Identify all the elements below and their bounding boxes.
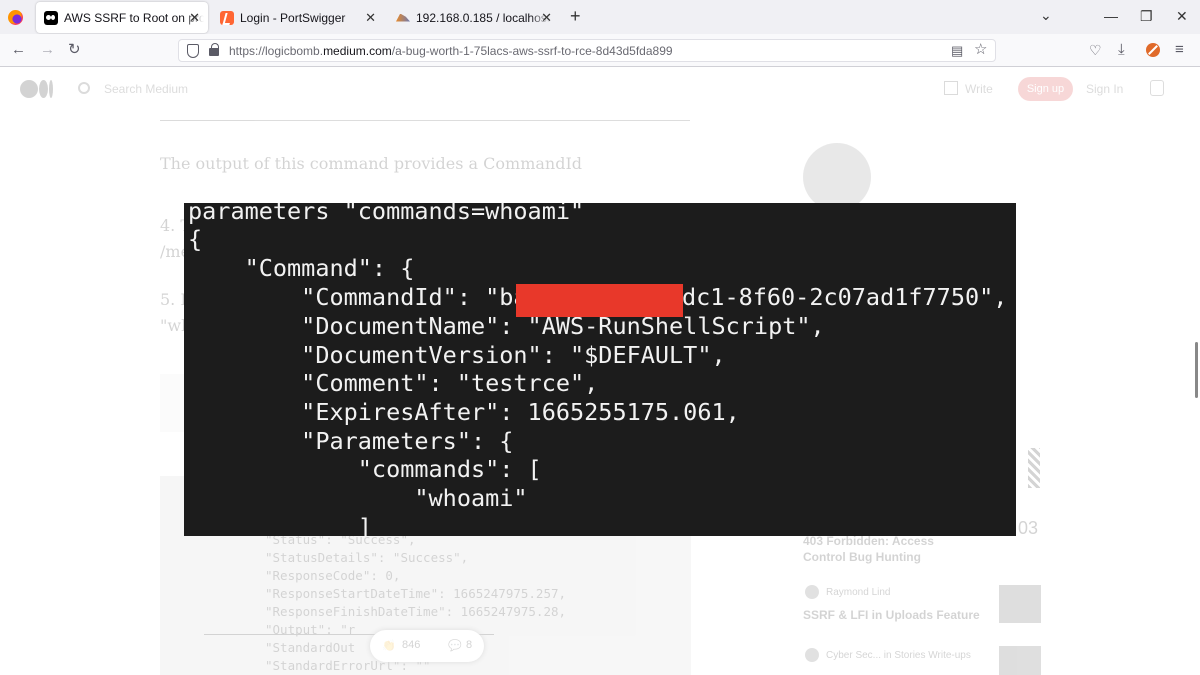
code-line: "ResponseCode": 0, <box>265 568 401 583</box>
reload-icon[interactable]: ↻ <box>68 42 81 58</box>
tab-title: AWS SSRF to Root on production <box>64 10 204 25</box>
response-icon[interactable]: 💬 <box>448 639 462 652</box>
author-avatar[interactable] <box>803 143 871 211</box>
medium-icon <box>44 10 58 25</box>
story-thumbnail[interactable] <box>999 646 1041 675</box>
code-line: "CommandId": "bac <box>188 283 542 311</box>
code-line: "Parameters": { <box>188 427 514 455</box>
url-text[interactable]: https://logicbomb.medium.com/a-bug-worth… <box>229 44 673 58</box>
bookmark-star-icon[interactable]: ☆ <box>974 42 987 58</box>
phpmyadmin-icon <box>396 11 410 25</box>
lock-icon[interactable] <box>209 43 219 56</box>
code-line: "whoami" <box>188 484 528 512</box>
user-icon[interactable] <box>1150 80 1164 96</box>
restore-icon[interactable]: ❐ <box>1140 8 1153 25</box>
divider <box>160 120 690 121</box>
close-tab-icon[interactable]: ✕ <box>365 10 376 26</box>
tab-aws-ssrf[interactable]: AWS SSRF to Root on production ✕ <box>36 2 208 33</box>
close-tab-icon[interactable]: ✕ <box>189 10 200 26</box>
sign-in-link[interactable]: Sign In <box>1086 82 1123 96</box>
code-line: "StandardOut <box>265 640 356 655</box>
sidebar-number: 03 <box>1018 518 1039 538</box>
code-line: { <box>188 225 203 253</box>
story-thumbnail[interactable] <box>999 585 1041 623</box>
page-viewport: Search Medium Write Sign up Sign In The … <box>0 68 1200 675</box>
address-bar[interactable]: https://logicbomb.medium.com/a-bug-worth… <box>178 39 996 62</box>
sidebar-story-author[interactable]: Cyber Sec... in Stories Write-ups <box>826 650 971 661</box>
medium-logo[interactable] <box>20 80 54 98</box>
write-link[interactable]: Write <box>965 82 993 96</box>
tab-title: Login - PortSwigger <box>240 10 346 25</box>
search-input[interactable]: Search Medium <box>104 82 188 96</box>
clap-icon[interactable]: 👏 <box>382 639 396 652</box>
sign-up-button[interactable]: Sign up <box>1018 77 1073 101</box>
downloads-icon[interactable]: ⤓ <box>1118 42 1125 58</box>
redaction-box <box>516 284 683 317</box>
code-line: "commands": [ <box>188 455 542 483</box>
code-line: "StatusDetails": "Success", <box>265 550 469 565</box>
list-all-tabs-icon[interactable]: ⌄ <box>1040 7 1052 24</box>
code-line: parameters "commands=whoami" <box>188 203 585 225</box>
url-domain: medium.com <box>323 44 392 58</box>
code-line: "DocumentName": "AWS-RunShellScript", <box>188 312 825 340</box>
code-line: "ResponseStartDateTime": 1665247975.257, <box>265 586 567 601</box>
code-line: "DocumentVersion": "$DEFAULT", <box>188 341 726 369</box>
clap-bar[interactable]: 👏 846 💬 8 <box>370 630 484 662</box>
reader-view-icon[interactable]: ▤ <box>951 43 963 59</box>
tab-bar: AWS SSRF to Root on production ✕ Login -… <box>0 0 1200 34</box>
code-line: "Comment": "testrce", <box>188 369 599 397</box>
sidebar-story-author[interactable]: Raymond Lind <box>826 587 890 598</box>
portswigger-icon <box>220 10 234 25</box>
url-path: /a-bug-worth-1-75lacs-aws-ssrf-to-rce-8d… <box>391 44 673 58</box>
code-line: ] <box>188 513 372 536</box>
firefox-menu-icon[interactable] <box>8 10 23 25</box>
tab-title: 192.168.0.185 / localhost / wack <box>416 10 550 25</box>
close-tab-icon[interactable]: ✕ <box>541 10 552 26</box>
response-count: 8 <box>466 639 473 651</box>
sidebar-story-title[interactable]: 403 Forbidden: Access <box>803 534 934 548</box>
clap-count: 846 <box>402 639 421 651</box>
search-icon[interactable] <box>78 82 90 94</box>
back-icon[interactable]: ← <box>11 42 26 58</box>
tracking-protection-icon[interactable] <box>187 44 199 58</box>
write-icon[interactable] <box>944 81 958 95</box>
forward-icon[interactable]: → <box>40 42 55 58</box>
close-window-icon[interactable]: ✕ <box>1176 8 1188 25</box>
sidebar-story-title[interactable]: Control Bug Hunting <box>803 550 921 564</box>
decorative-stripes <box>1028 448 1040 488</box>
extension-icon[interactable] <box>1146 43 1160 57</box>
code-line: dc1-8f60-2c07ad1f7750", <box>682 283 1008 311</box>
zoomed-code-image[interactable]: parameters "commands=whoami" { "Command"… <box>184 203 1016 536</box>
minimize-icon[interactable]: — <box>1104 8 1118 24</box>
code-line: "Command": { <box>188 254 415 282</box>
tab-phpmyadmin[interactable]: 192.168.0.185 / localhost / wack ✕ <box>388 2 560 33</box>
article-paragraph: The output of this command provides a Co… <box>160 154 583 173</box>
author-avatar[interactable] <box>805 585 819 599</box>
author-avatar[interactable] <box>805 648 819 662</box>
page-scrollbar[interactable] <box>1195 342 1198 398</box>
tab-portswigger[interactable]: Login - PortSwigger ✕ <box>212 2 384 33</box>
url-prefix: https://logicbomb. <box>229 44 324 58</box>
code-line: "ResponseFinishDateTime": 1665247975.28, <box>265 604 567 619</box>
sidebar-story-title[interactable]: SSRF & LFI in Uploads Feature <box>803 608 980 622</box>
navigation-toolbar: ← → ↻ https://logicbomb.medium.com/a-bug… <box>0 34 1200 67</box>
new-tab-button[interactable]: + <box>570 6 581 27</box>
pocket-icon[interactable]: ♡ <box>1089 42 1102 58</box>
code-line: "ExpiresAfter": 1665255175.061, <box>188 398 740 426</box>
app-menu-icon[interactable]: ≡ <box>1175 42 1184 58</box>
